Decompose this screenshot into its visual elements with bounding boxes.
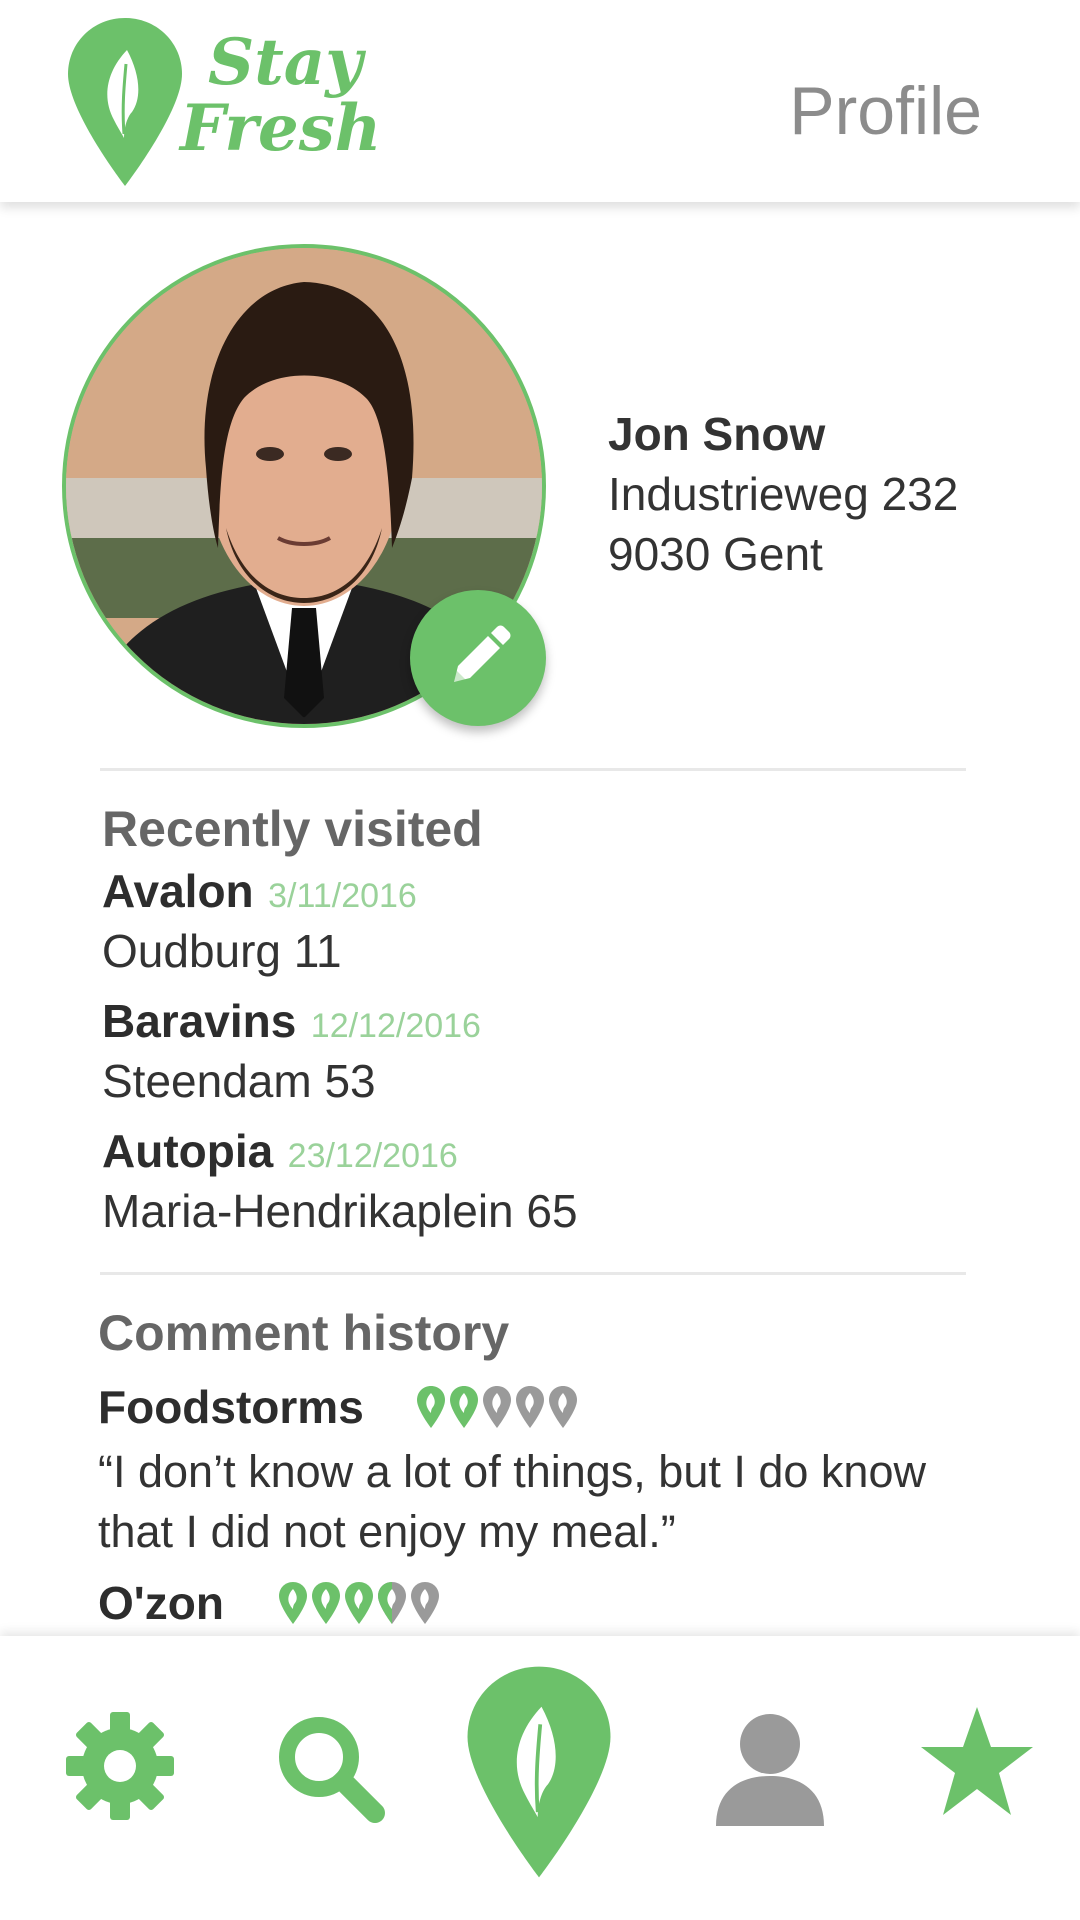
edit-profile-button[interactable]	[410, 590, 546, 726]
comment-restaurant-name: Foodstorms	[98, 1381, 364, 1433]
rating-drop-icon	[516, 1386, 545, 1428]
visit-address: Oudburg 11	[102, 925, 342, 977]
visit-date: 12/12/2016	[310, 1007, 481, 1045]
visit-date: 23/12/2016	[287, 1137, 458, 1175]
list-item[interactable]: Avalon 3/11/2016 Oudburg 11	[102, 864, 962, 978]
profile-city: 9030 Gent	[608, 528, 823, 580]
visit-address: Maria-Hendrikaplein 65	[102, 1185, 578, 1237]
visit-name: Avalon	[102, 865, 254, 917]
visit-address: Steendam 53	[102, 1055, 376, 1107]
nav-home[interactable]	[464, 1662, 614, 1882]
rating-drop-icon	[378, 1582, 407, 1624]
rating-drop-icon	[483, 1386, 512, 1428]
comment-text: “I don’t know a lot of things, but I do …	[98, 1446, 926, 1557]
nav-search[interactable]	[266, 1704, 396, 1834]
recently-visited-title: Recently visited	[102, 801, 483, 857]
app-logo-wordmark: Stay Fresh	[180, 30, 420, 162]
star-icon	[921, 1707, 1033, 1815]
profile-info: Jon Snow Industrieweg 232 9030 Gent	[608, 404, 958, 584]
divider	[100, 1272, 966, 1275]
rating	[416, 1385, 581, 1429]
search-icon	[279, 1717, 385, 1823]
gear-icon	[66, 1712, 174, 1820]
logo-line-1: Stay	[208, 25, 363, 100]
profile-street: Industrieweg 232	[608, 468, 959, 520]
divider	[100, 768, 966, 771]
app-header: Stay Fresh Profile	[0, 0, 1080, 202]
bottom-nav	[0, 1636, 1080, 1920]
rating-drop-icon	[279, 1582, 308, 1624]
rating-drop-icon	[345, 1582, 374, 1624]
rating-drop-icon	[549, 1386, 578, 1428]
leaf-pin-icon	[467, 1666, 611, 1878]
profile-name: Jon Snow	[608, 408, 826, 460]
leaf-pin-logo-icon	[68, 18, 182, 186]
visit-name: Autopia	[102, 1125, 274, 1177]
rating-drop-icon	[450, 1386, 479, 1428]
visit-date: 3/11/2016	[268, 877, 417, 915]
nav-favorites[interactable]	[912, 1698, 1042, 1828]
list-item[interactable]: Baravins 12/12/2016 Steendam 53	[102, 994, 962, 1108]
rating-drop-icon	[417, 1386, 446, 1428]
nav-settings[interactable]	[60, 1706, 180, 1826]
logo-line-2: Fresh	[180, 91, 382, 166]
user-icon	[716, 1714, 824, 1826]
profile-avatar-section	[62, 244, 546, 728]
page-title: Profile	[789, 73, 982, 149]
list-item[interactable]: Autopia 23/12/2016 Maria-Hendrikaplein 6…	[102, 1124, 962, 1238]
nav-profile[interactable]	[700, 1696, 840, 1836]
rating	[278, 1581, 443, 1625]
rating-drop-icon	[411, 1582, 440, 1624]
rating-drop-icon	[312, 1582, 341, 1624]
comment-history-title: Comment history	[98, 1305, 510, 1361]
comment-item[interactable]: Foodstorms “I don’t know a lot of things…	[98, 1380, 978, 1562]
comment-item[interactable]: O'zon	[98, 1576, 978, 1630]
comment-restaurant-name: O'zon	[98, 1577, 224, 1629]
visit-name: Baravins	[102, 995, 297, 1047]
pencil-icon	[454, 625, 511, 682]
